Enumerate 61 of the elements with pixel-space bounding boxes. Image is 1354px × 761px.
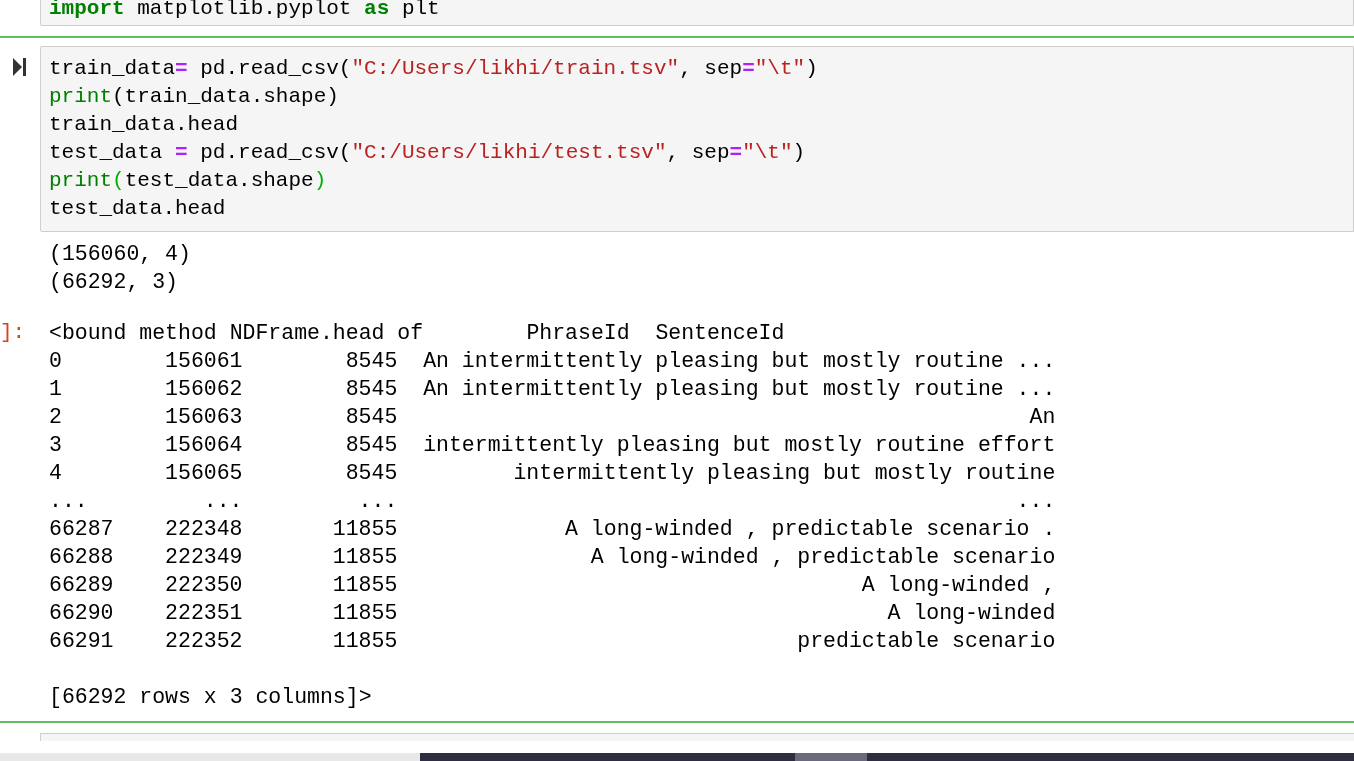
code-line: train_data.head (49, 112, 240, 138)
row-index: 4 (49, 461, 62, 485)
code-line: test_data.head (49, 196, 227, 222)
table-cell: 8545 (345, 349, 398, 373)
row-index: ... (49, 489, 88, 513)
row-index: 66288 (49, 545, 114, 569)
row-index: 2 (49, 405, 62, 429)
code-line: print(train_data.shape) (49, 84, 340, 110)
row-index: 0 (49, 349, 62, 373)
code-line: train_data= pd.read_csv("C:/Users/likhi/train.tsv", sep="\t") (49, 56, 819, 82)
column-header: SentenceId (655, 321, 785, 345)
table-cell: A long-winded , (861, 573, 1056, 597)
output-text: <bound method NDFrame.head of (49, 320, 424, 347)
table-cell: predictable scenario (797, 629, 1056, 653)
table-cell: 156061 (165, 349, 243, 373)
table-cell: 222351 (165, 601, 243, 625)
table-cell: 8545 (345, 377, 398, 401)
code-line: print(test_data.shape) (49, 168, 328, 194)
table-cell: ... (1016, 489, 1056, 513)
table-cell: 8545 (345, 461, 398, 485)
table-cell: 11855 (332, 545, 398, 569)
table-cell: An (1029, 405, 1056, 429)
table-cell: 222349 (165, 545, 243, 569)
table-cell: 11855 (332, 601, 398, 625)
table-cell: 156063 (165, 405, 243, 429)
table-cell: 11855 (332, 517, 398, 541)
table-cell: A long-winded , predictable scenario . (565, 517, 1056, 541)
table-cell: 156065 (165, 461, 243, 485)
code-editor[interactable] (40, 733, 1354, 741)
output-line: (66292, 3) (49, 269, 180, 296)
table-cell: 11855 (332, 573, 398, 597)
table-cell: 156064 (165, 433, 243, 457)
output-text: [66292 rows x 3 columns]> (49, 684, 373, 711)
output-line: (156060, 4) (49, 241, 191, 268)
table-cell: 8545 (345, 405, 398, 429)
table-cell: 222348 (165, 517, 243, 541)
code-line: test_data = pd.read_csv("C:/Users/likhi/test.tsv", sep="\t") (49, 140, 807, 166)
table-cell: 11855 (332, 629, 398, 653)
table-cell: A long-winded (887, 601, 1056, 625)
row-index: 3 (49, 433, 62, 457)
table-cell: An intermittently pleasing but mostly routine ... (423, 349, 1056, 373)
bar-segment[interactable] (795, 753, 867, 761)
table-cell: 8545 (345, 433, 398, 457)
output-prompt: ]: (0, 321, 26, 344)
row-index: 1 (49, 377, 62, 401)
row-index: 66291 (49, 629, 114, 653)
row-index: 66287 (49, 517, 114, 541)
row-index: 66290 (49, 601, 114, 625)
table-cell: intermittently pleasing but mostly routine effort (423, 433, 1056, 457)
table-cell: ... (358, 489, 398, 513)
table-cell: 222352 (165, 629, 243, 653)
table-cell: intermittently pleasing but mostly routine (513, 461, 1056, 485)
table-cell: 156062 (165, 377, 243, 401)
column-header: PhraseId (526, 321, 630, 345)
table-cell: An intermittently pleasing but mostly routine ... (423, 377, 1056, 401)
row-index: 66289 (49, 573, 114, 597)
table-cell: 222350 (165, 573, 243, 597)
table-cell: A long-winded , predictable scenario (590, 545, 1056, 569)
table-cell: ... (203, 489, 243, 513)
code-editor[interactable]: train_data= pd.read_csv("C:/Users/likhi/train.tsv", sep="\t") print(train_data.shape) train_data.head test_data = pd.read_csv("C:/Users/likhi/test.tsv", sep="\t") print(test_data.shape) test_data.head (40, 46, 1354, 232)
run-icon[interactable] (13, 58, 27, 76)
